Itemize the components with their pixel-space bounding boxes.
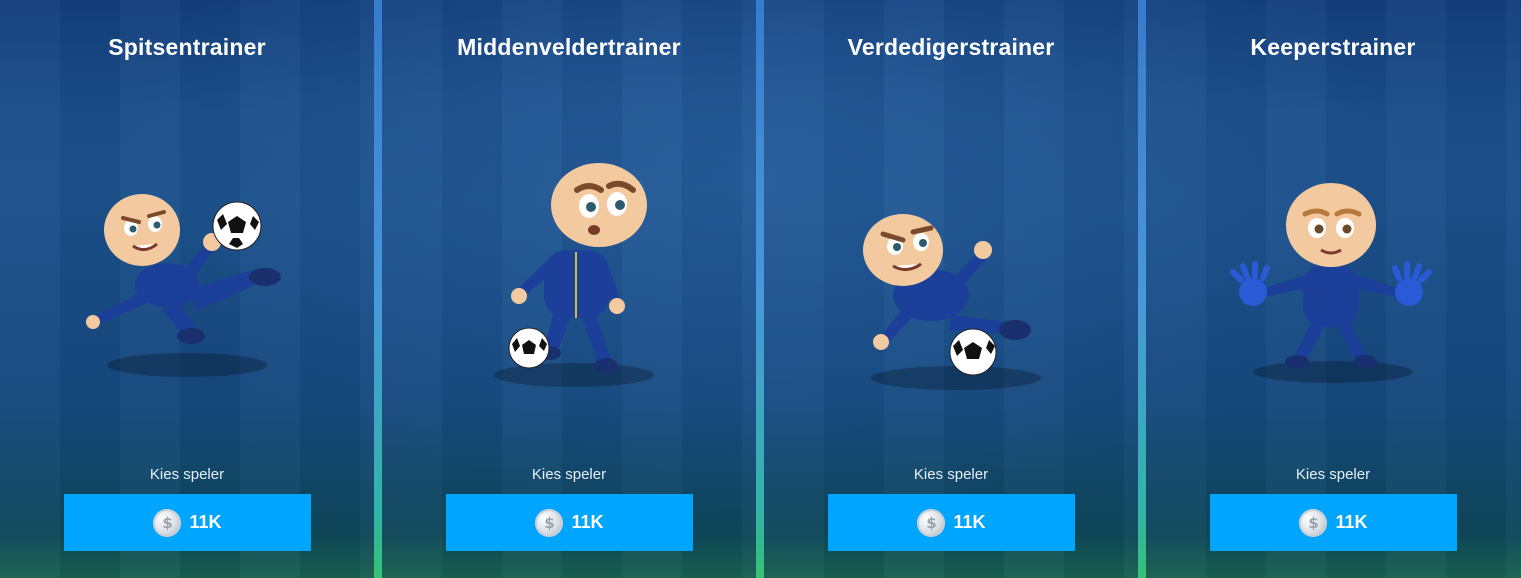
card-title: Verdedigerstrainer [847, 34, 1055, 60]
card-title: Spitsentrainer [108, 34, 266, 60]
silver-coin-icon: $ [917, 508, 946, 537]
price-label: 11K [571, 512, 604, 532]
silver-coin-icon: $ [535, 508, 564, 537]
price-label: 11K [953, 512, 986, 532]
card-title: Keeperstrainer [1250, 34, 1416, 60]
card-divider [1138, 0, 1146, 578]
buy-trainer-button[interactable]: $ 11K [1210, 494, 1457, 551]
trainer-card-striker[interactable]: Spitsentrainer Kies speler $ 11K [0, 0, 374, 578]
buy-trainer-button[interactable]: $ 11K [64, 494, 311, 551]
choose-player-label: Kies speler [913, 466, 989, 483]
choose-player-label: Kies speler [1295, 466, 1371, 483]
card-title: Middenveldertrainer [457, 34, 681, 60]
goalkeeper-trainer-character [1230, 183, 1432, 383]
striker-trainer-character [86, 194, 281, 377]
trainer-card-midfielder[interactable]: Middenveldertrainer Kies speler $ 11K [382, 0, 756, 578]
midfielder-trainer-character [494, 163, 654, 387]
choose-player-label: Kies speler [149, 466, 225, 483]
silver-coin-icon: $ [153, 508, 182, 537]
trainer-selection-screen: Spitsentrainer Kies speler $ 11K Middenv… [0, 0, 1521, 578]
trainer-card-goalkeeper[interactable]: Keeperstrainer Kies speler $ 11K [1146, 0, 1520, 578]
card-divider [756, 0, 764, 578]
price-label: 11K [189, 512, 222, 532]
trainer-card-defender[interactable]: Verdedigerstrainer Kies speler $ 11K [764, 0, 1138, 578]
buy-trainer-button[interactable]: $ 11K [446, 494, 693, 551]
defender-trainer-character [863, 214, 1041, 390]
card-divider [374, 0, 382, 578]
silver-coin-icon: $ [1299, 508, 1328, 537]
price-label: 11K [1335, 512, 1368, 532]
buy-trainer-button[interactable]: $ 11K [828, 494, 1075, 551]
choose-player-label: Kies speler [531, 466, 607, 483]
